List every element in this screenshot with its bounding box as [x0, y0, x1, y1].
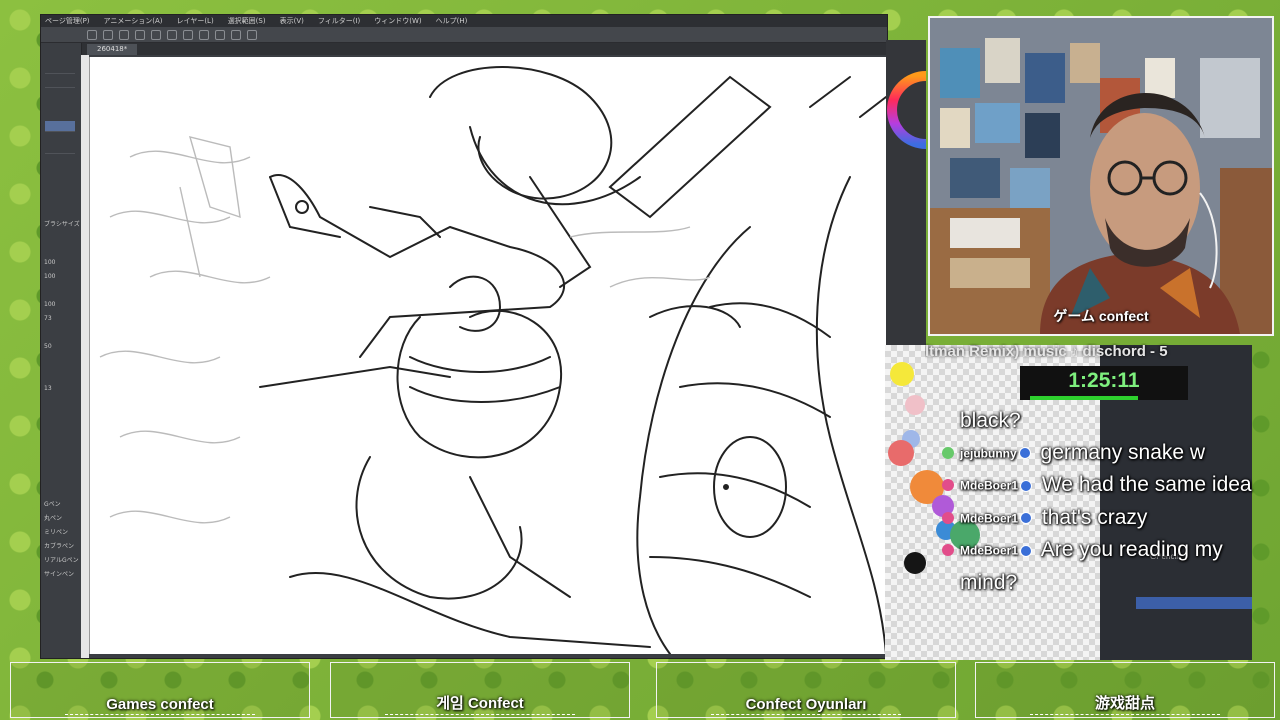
save-icon[interactable]	[119, 29, 129, 40]
chat-overlay: black? jejubunny germany snake w MdeBoer…	[942, 405, 1260, 599]
language-label: Games confect	[106, 696, 214, 713]
color-swatch[interactable]	[904, 552, 926, 574]
tool-slot[interactable]	[45, 63, 75, 74]
chat-username[interactable]: jejubunny	[960, 446, 1017, 460]
menu-filter[interactable]: フィルター(I)	[318, 15, 360, 27]
language-panel-en: Games confect	[10, 662, 310, 718]
menu-page[interactable]: ページ管理(P)	[45, 15, 90, 27]
user-avatar	[942, 511, 954, 524]
chat-text: that's crazy	[1041, 505, 1148, 529]
stream-timer: 1:25:11	[1020, 366, 1188, 400]
chat-message: jejubunny germany snake w	[942, 437, 1260, 469]
menu-layer[interactable]: レイヤー(L)	[177, 15, 214, 27]
chat-text: germany snake w	[1040, 441, 1206, 464]
now-playing-ticker: ltman Remix) music ♪ dischord - 5	[925, 343, 1168, 360]
language-label: 游戏甜点	[1094, 695, 1155, 712]
fill-icon[interactable]	[183, 29, 193, 40]
brush-item[interactable]: ミリペン	[44, 527, 68, 536]
chat-username[interactable]: MdeBoer1	[960, 511, 1018, 525]
tool-slot[interactable]	[45, 143, 75, 154]
language-panel-zh: 游戏甜点	[975, 662, 1275, 718]
prop-value[interactable]: 100	[44, 301, 55, 308]
clear-icon[interactable]	[167, 29, 177, 40]
chat-message: black?	[960, 405, 1260, 437]
tool-slot[interactable]	[45, 77, 75, 88]
subscriber-badge-icon	[1020, 544, 1033, 557]
color-swatch[interactable]	[890, 362, 914, 386]
dashed-underline	[1029, 714, 1221, 715]
command-toolbar	[41, 27, 887, 43]
drawing-app-window: ページ管理(P) アニメーション(A) レイヤー(L) 選択範囲(S) 表示(V…	[40, 14, 888, 659]
redo-icon[interactable]	[151, 29, 161, 40]
prop-value[interactable]: 100	[44, 273, 55, 280]
brush-item[interactable]: 丸ペン	[44, 513, 62, 522]
subscriber-badge-icon	[1020, 479, 1033, 492]
brush-item[interactable]: Gペン	[44, 499, 61, 508]
settings-icon[interactable]	[247, 29, 257, 40]
user-avatar	[942, 447, 954, 459]
subscriber-badge-icon	[1020, 512, 1033, 525]
webcam-feed: ゲーム confect	[928, 16, 1274, 336]
language-panel-ko: 게임 Confect	[330, 662, 630, 718]
color-swatch[interactable]	[888, 440, 914, 466]
chat-text: black?	[960, 409, 1021, 432]
menu-selection[interactable]: 選択範囲(S)	[228, 15, 266, 27]
transform-icon[interactable]	[199, 29, 209, 40]
brush-item[interactable]: カブラペン	[44, 541, 74, 550]
menu-bar: ページ管理(P) アニメーション(A) レイヤー(L) 選択範囲(S) 表示(V…	[41, 15, 887, 27]
menu-animation[interactable]: アニメーション(A)	[104, 15, 163, 27]
crop-icon[interactable]	[231, 29, 241, 40]
brush-item[interactable]: サインペン	[44, 569, 74, 578]
vertical-ruler	[81, 55, 89, 658]
sketch-artwork	[99, 66, 886, 654]
chat-message: MdeBoer1 Are you reading my mind?	[942, 534, 1260, 598]
tool-property-panel: ブラシサイズ 100 100 100 73 50 13 Gペン 丸ペン ミリペン…	[41, 43, 82, 658]
subscriber-badge-icon	[1018, 447, 1031, 460]
undo-icon[interactable]	[135, 29, 145, 40]
open-file-icon[interactable]	[103, 29, 113, 40]
prop-value[interactable]: 13	[44, 385, 52, 392]
new-file-icon[interactable]	[87, 29, 97, 40]
brush-size-label: ブラシサイズ	[44, 221, 80, 228]
language-banner: Games confect 게임 Confect Confect Oyunlar…	[0, 660, 1280, 720]
dashed-underline	[64, 714, 256, 715]
menu-window[interactable]: ウィンドウ(W)	[374, 15, 421, 27]
prop-value[interactable]: 100	[44, 259, 55, 266]
canvas-tab[interactable]: 260418*	[87, 44, 138, 55]
prop-value[interactable]: 50	[44, 343, 52, 350]
chat-message: MdeBoer1 that's crazy	[942, 502, 1260, 534]
webcam-caption: ゲーム confect	[1053, 308, 1149, 324]
dashed-underline	[710, 714, 902, 715]
menu-help[interactable]: ヘルプ(H)	[436, 15, 468, 27]
menu-view[interactable]: 表示(V)	[280, 15, 304, 27]
webcam-image	[930, 18, 1272, 334]
chat-username[interactable]: MdeBoer1	[960, 544, 1018, 558]
dashed-underline	[384, 714, 576, 715]
canvas-tab-bar: 260418*	[81, 43, 887, 55]
tool-slot-active[interactable]	[45, 121, 75, 132]
deselect-icon[interactable]	[215, 29, 225, 40]
color-wheel[interactable]	[886, 40, 965, 186]
chat-username[interactable]: MdeBoer1	[960, 479, 1018, 493]
timer-progress-bar	[1030, 396, 1138, 400]
language-panel-tr: Confect Oyunları	[656, 662, 956, 718]
language-label: 게임 Confect	[436, 695, 524, 712]
language-label: Confect Oyunları	[745, 696, 867, 713]
brush-item[interactable]: リアルGペン	[44, 555, 79, 564]
prop-value[interactable]: 73	[44, 315, 52, 322]
chat-text: We had the same idea	[1041, 473, 1252, 497]
color-swatch[interactable]	[905, 395, 925, 415]
drawing-canvas[interactable]	[89, 57, 886, 654]
chat-message: MdeBoer1 We had the same idea	[942, 469, 1260, 501]
